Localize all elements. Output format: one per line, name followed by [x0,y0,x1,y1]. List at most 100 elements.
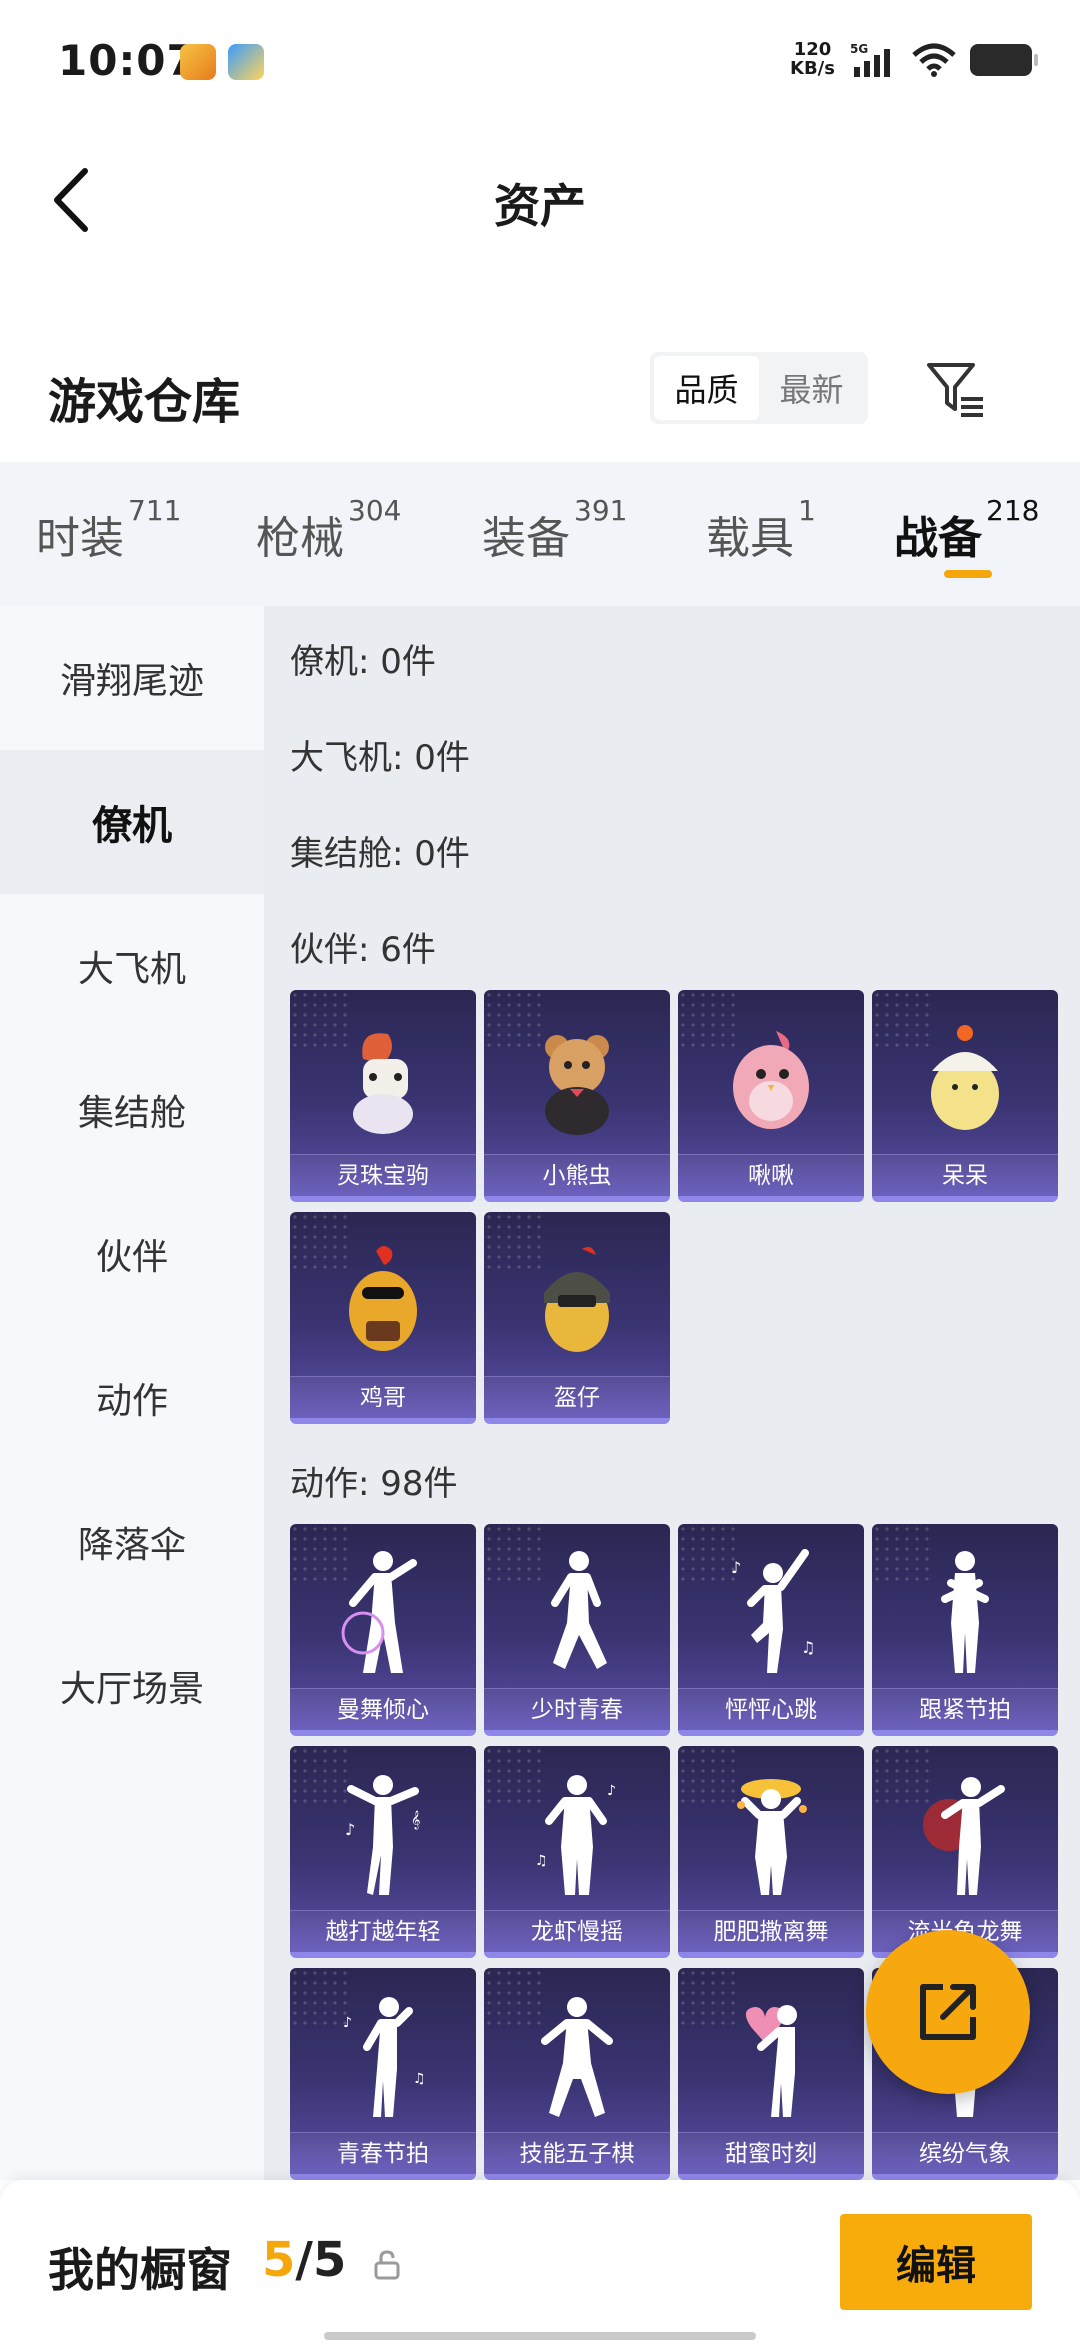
emote-card[interactable]: 技能五子棋 [484,1968,670,2180]
partner-name: 小熊虫 [484,1154,670,1196]
warehouse-bar: 游戏仓库 品质 最新 [0,340,1080,460]
section-header-plane: 大飞机: 0件 [290,738,470,778]
partner-figure-icon [290,1226,476,1376]
dancer-icon [872,1760,1058,1910]
warehouse-title: 游戏仓库 [48,374,241,430]
speed-unit: KB/s [790,58,835,79]
partner-name: 鸡哥 [290,1376,476,1418]
share-fab[interactable] [866,1930,1030,2094]
tab-equipment[interactable]: 装备391 [482,494,627,566]
app-notification-icon [180,44,216,80]
partner-figure-icon [290,1004,476,1154]
tab-count: 711 [128,494,182,527]
tab-readiness[interactable]: 战备218 [894,494,1039,566]
tab-label: 枪械 [256,513,344,564]
showcase-label: 我的橱窗 [48,2243,232,2297]
side-item-partner[interactable]: 伙伴 [0,1182,264,1326]
home-indicator[interactable] [324,2332,756,2340]
tab-count: 304 [348,494,402,527]
tab-fashion[interactable]: 时装711 [36,494,181,566]
emote-name: 跟紧节拍 [872,1688,1058,1730]
partner-figure-icon [872,1004,1058,1154]
active-tab-indicator [944,570,992,578]
app-notification-icon [228,44,264,80]
showcase-separator: / [295,2232,313,2288]
emote-name: 甜蜜时刻 [678,2132,864,2174]
emote-card[interactable]: 曼舞倾心 [290,1524,476,1736]
dancer-icon: ♪ ♫ [678,1538,864,1688]
svg-text:♫: ♫ [535,1853,548,1869]
tab-vehicles[interactable]: 载具1 [706,494,816,566]
category-tabs: 时装711 枪械304 装备391 载具1 战备218 [0,462,1080,606]
emote-card[interactable]: 肥肥撒离舞 [678,1746,864,1958]
status-time: 10:07 [58,36,197,85]
emote-card[interactable]: ♪ ♫ 青春节拍 [290,1968,476,2180]
partner-card[interactable]: 盔仔 [484,1212,670,1424]
side-item-plane[interactable]: 大飞机 [0,894,264,1038]
dancer-icon [484,1538,670,1688]
sort-option-newest[interactable]: 最新 [759,356,864,420]
page-title: 资产 [494,179,586,233]
lock-icon [374,2250,400,2280]
tab-weapons[interactable]: 枪械304 [256,494,401,566]
emote-name: 怦怦心跳 [678,1688,864,1730]
partner-name: 盔仔 [484,1376,670,1418]
partner-figure-icon [678,1004,864,1154]
side-item-parachute[interactable]: 降落伞 [0,1470,264,1614]
bottom-bar: 我的橱窗 5/5 编辑 [0,2180,1080,2344]
sort-toggle: 品质 最新 [650,352,868,424]
section-header-wingman: 僚机: 0件 [290,642,436,682]
emote-card[interactable]: 流光龟龙舞 [872,1746,1058,1958]
partner-card[interactable]: 小熊虫 [484,990,670,1202]
section-header-emote: 动作: 98件 [290,1464,458,1504]
dancer-icon: ♪ ♫ [484,1760,670,1910]
side-item-glide-trail[interactable]: 滑翔尾迹 [0,606,264,750]
dancer-icon: ♪ ♫ [290,1982,476,2132]
filter-button[interactable] [920,352,992,424]
tab-label: 时装 [36,513,124,564]
sort-option-quality[interactable]: 品质 [654,356,759,420]
svg-text:♪: ♪ [345,1820,355,1839]
partner-name: 啾啾 [678,1154,864,1196]
emote-card[interactable]: 甜蜜时刻 [678,1968,864,2180]
emote-card[interactable]: ♪ ♫ 龙虾慢摇 [484,1746,670,1958]
emote-name: 越打越年轻 [290,1910,476,1952]
tab-label: 载具 [706,513,794,564]
filter-icon [927,363,983,417]
tab-count: 218 [986,494,1040,527]
emote-name: 曼舞倾心 [290,1688,476,1730]
svg-text:♪: ♪ [607,1783,616,1799]
side-nav: 滑翔尾迹 僚机 大飞机 集结舱 伙伴 动作 降落伞 大厅场景 [0,606,264,2180]
showcase-current: 5 [262,2232,296,2288]
section-header-pod: 集结舱: 0件 [290,834,470,874]
emote-name: 缤纷气象 [872,2132,1058,2174]
svg-text:♪: ♪ [343,2015,352,2031]
partner-card[interactable]: 啾啾 [678,990,864,1202]
partner-card[interactable]: 呆呆 [872,990,1058,1202]
edit-button[interactable]: 编辑 [840,2214,1032,2310]
status-icons: 5G [850,40,1038,80]
emote-card[interactable]: 少时青春 [484,1524,670,1736]
page-header: 资产 [0,120,1080,280]
partner-figure-icon [484,1226,670,1376]
side-item-pod[interactable]: 集结舱 [0,1038,264,1182]
side-item-wingman[interactable]: 僚机 [0,750,264,894]
partner-card[interactable]: 灵珠宝驹 [290,990,476,1202]
showcase-total: 5 [312,2232,347,2288]
emote-card[interactable]: ♪ 𝄞 越打越年轻 [290,1746,476,1958]
wifi-icon [912,43,956,77]
svg-text:♪: ♪ [731,1558,741,1577]
share-icon [920,1984,976,2040]
emote-name: 龙虾慢摇 [484,1910,670,1952]
showcase-count: 5/5 [262,2232,346,2288]
battery-icon [970,44,1038,76]
side-item-lobby-scene[interactable]: 大厅场景 [0,1614,264,1758]
emote-name: 技能五子棋 [484,2132,670,2174]
emote-card[interactable]: ♪ ♫ 怦怦心跳 [678,1524,864,1736]
side-item-emote[interactable]: 动作 [0,1326,264,1470]
section-header-partner: 伙伴: 6件 [290,930,436,970]
partner-name: 呆呆 [872,1154,1058,1196]
emote-card[interactable]: 跟紧节拍 [872,1524,1058,1736]
dancer-icon [678,1982,864,2132]
partner-card[interactable]: 鸡哥 [290,1212,476,1424]
